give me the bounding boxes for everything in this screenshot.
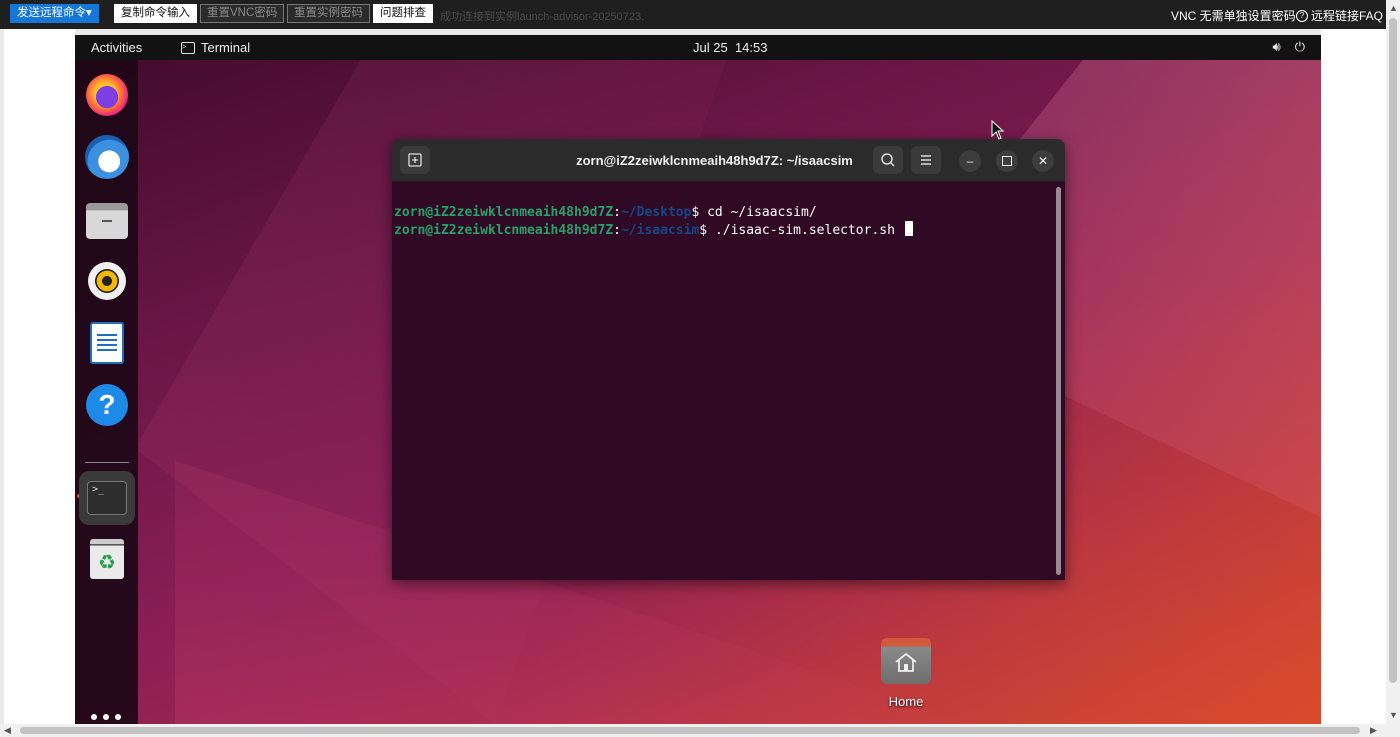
close-button[interactable]: ✕ [1032,150,1054,172]
text-cursor [904,221,913,236]
search-icon [881,153,895,167]
activities-button[interactable]: Activities [91,40,142,55]
clock-date: Jul 25 [693,40,728,55]
troubleshoot-button[interactable]: 问题排查 [373,4,433,23]
terminal-headerbar[interactable]: zorn@iZ2zeiwklcnmeaih48h9d7Z: ~/isaacsim… [392,139,1065,182]
clock-time: 14:53 [734,40,768,55]
dock-rhythmbox[interactable] [83,257,131,305]
dock-firefox[interactable] [83,71,131,119]
show-apps-grid-icon[interactable] [91,714,123,724]
prompt-separator: : [613,205,621,220]
command-text: $ cd ~/isaacsim/ [691,205,817,220]
copy-command-input-button[interactable]: 复制命令输入 [114,4,197,23]
terminal-line: zorn@iZ2zeiwklcnmeaih48h9d7Z:~/isaacsim$… [394,221,913,239]
app-menu[interactable]: > Terminal [181,40,250,55]
system-menu[interactable]: 🔊︎ ⏻ [1273,39,1306,55]
clock[interactable]: Jul 25 14:53 [693,40,767,55]
viewer-margin-right [1321,29,1386,724]
app-menu-label: Terminal [201,40,251,55]
help-icon: ? [86,384,128,426]
terminal-title: zorn@iZ2zeiwklcnmeaih48h9d7Z: ~/isaacsim [576,153,853,168]
horizontal-scroll-thumb[interactable] [20,727,1360,734]
mouse-pointer-icon [991,120,1005,140]
prompt-path: ~/Desktop [620,205,692,220]
home-folder-label[interactable]: Home [855,694,957,709]
send-remote-command-button[interactable]: 发送远程命令▾ [10,4,99,23]
faq-link-label: 远程链接FAQ [1311,9,1384,23]
minimize-icon: – [966,154,974,168]
dock-writer[interactable] [83,319,131,367]
prompt-path: ~/isaacsim [620,223,700,238]
files-icon [86,203,128,239]
new-tab-button[interactable] [400,146,430,174]
faq-link[interactable]: ? 远程链接FAQ [1296,7,1383,24]
reset-vnc-password-button[interactable]: 重置VNC密码 [200,4,285,23]
dock-thunderbird[interactable] [83,133,131,181]
connection-status: 成功连接到实例launch-advisor-20250723. [440,11,645,23]
terminal-line: zorn@iZ2zeiwklcnmeaih48h9d7Z:~/Desktop$ … [394,204,913,221]
prompt-user: zorn@iZ2zeiwklcnmeaih48h9d7Z [394,223,614,238]
scroll-left-arrow-icon[interactable]: ◀ [4,725,11,736]
dock-trash[interactable]: ♻ [83,535,131,583]
vertical-scroll-thumb[interactable] [1389,18,1397,683]
home-folder-icon[interactable] [881,638,931,684]
rhythmbox-icon [88,262,126,300]
remote-desktop[interactable]: Activities > Terminal Jul 25 14:53 🔊︎ ⏻ … [75,35,1321,724]
volume-icon: 🔊︎ [1272,39,1281,54]
writer-icon [90,322,124,364]
reset-instance-password-button[interactable]: 重置实例密码 [287,4,370,23]
close-icon: ✕ [1037,154,1049,168]
terminal-small-icon: > [181,41,195,54]
vertical-scrollbar[interactable]: ▲ ▼ [1386,0,1400,724]
vnc-toolbar: 发送远程命令▾ 复制命令输入 重置VNC密码 重置实例密码 问题排查 成功连接到… [0,0,1400,29]
terminal-icon: >_ [87,481,127,515]
power-icon: ⏻ [1294,39,1305,54]
dock: ? >_ ♻ [75,60,138,724]
dock-help[interactable]: ? [83,381,131,429]
prompt-user: zorn@iZ2zeiwklcnmeaih48h9d7Z [394,205,614,220]
horizontal-scrollbar[interactable]: ◀ ▶ [0,724,1400,737]
vnc-password-note: VNC 无需单独设置密码 [1171,9,1296,23]
help-circle-icon: ? [1296,9,1308,22]
scroll-up-arrow-icon[interactable]: ▲ [1389,3,1398,13]
maximize-button[interactable] [996,150,1018,172]
search-button[interactable] [873,146,903,174]
terminal-window[interactable]: zorn@iZ2zeiwklcnmeaih48h9d7Z: ~/isaacsim… [392,139,1065,580]
viewer-margin-left [4,29,75,724]
dock-files[interactable] [83,195,131,243]
gnome-top-panel: Activities > Terminal Jul 25 14:53 🔊︎ ⏻ [75,35,1321,60]
minimize-button[interactable]: – [959,150,981,172]
dock-terminal[interactable]: >_ [79,471,135,525]
scroll-down-arrow-icon[interactable]: ▼ [1389,710,1398,720]
command-text: $ ./isaac-sim.selector.sh [699,223,903,238]
terminal-output[interactable]: zorn@iZ2zeiwklcnmeaih48h9d7Z:~/Desktop$ … [394,187,913,273]
thunderbird-icon [85,135,129,179]
new-tab-icon [408,153,422,167]
trash-icon: ♻ [90,539,124,579]
dock-separator [85,462,129,463]
maximize-icon [1002,156,1012,166]
firefox-icon [86,74,128,116]
hamburger-icon [921,155,931,165]
prompt-separator: : [613,223,621,238]
menu-button[interactable] [911,146,941,174]
terminal-scrollbar[interactable] [1056,187,1061,575]
scroll-right-arrow-icon[interactable]: ▶ [1370,725,1377,736]
